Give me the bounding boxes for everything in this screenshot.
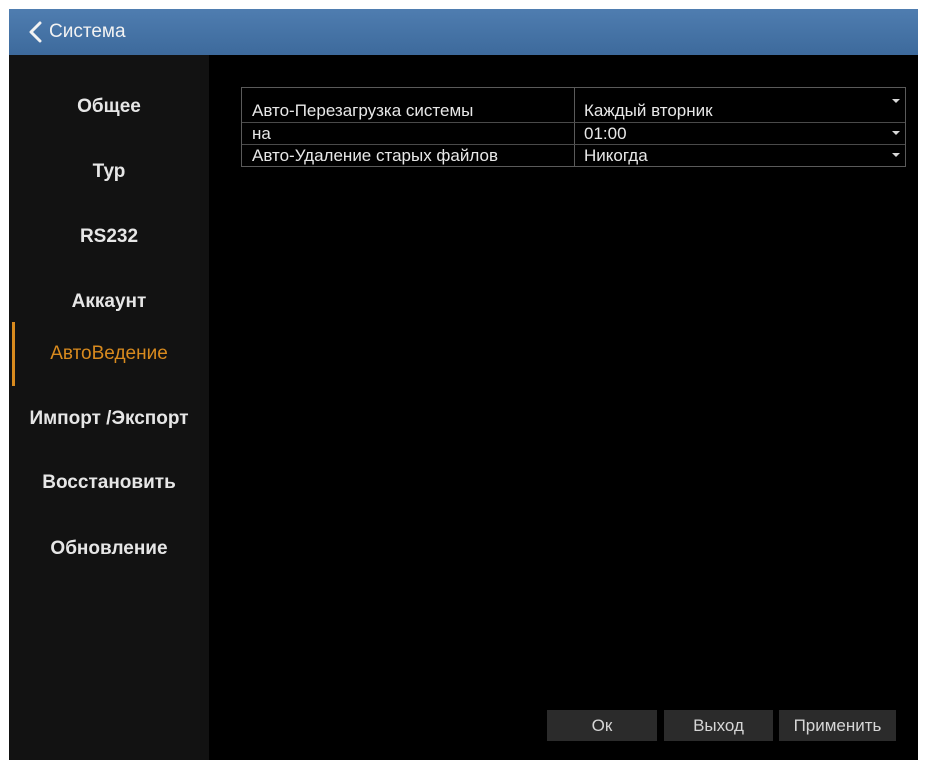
page-title: Система bbox=[49, 21, 126, 42]
reboot-time-select[interactable]: 01:00 bbox=[575, 123, 905, 144]
dropdown-arrow-icon bbox=[892, 99, 900, 103]
table-row: Авто-Удаление старых файлов Никогда bbox=[242, 145, 905, 166]
dropdown-arrow-icon bbox=[892, 153, 900, 157]
auto-reboot-select[interactable]: Каждый вторник bbox=[575, 88, 905, 122]
sidebar-item-account[interactable]: Аккаунт bbox=[9, 282, 209, 322]
sidebar-item-import-export[interactable]: Импорт /Экспорт bbox=[9, 399, 209, 439]
auto-reboot-label: Авто-Перезагрузка системы bbox=[242, 88, 575, 122]
reboot-time-value: 01:00 bbox=[584, 123, 627, 143]
reboot-time-label: на bbox=[242, 123, 575, 144]
sidebar-item-restore[interactable]: Восстановить bbox=[9, 463, 209, 503]
sidebar-item-tour[interactable]: Тур bbox=[9, 152, 209, 192]
auto-delete-label: Авто-Удаление старых файлов bbox=[242, 145, 575, 166]
auto-delete-select[interactable]: Никогда bbox=[575, 145, 905, 166]
sidebar-item-rs232[interactable]: RS232 bbox=[9, 217, 209, 257]
table-row: на 01:00 bbox=[242, 123, 905, 145]
sidebar: Общее Тур RS232 Аккаунт АвтоВедение Импо… bbox=[9, 55, 209, 760]
auto-reboot-value: Каждый вторник bbox=[584, 101, 713, 120]
dropdown-arrow-icon bbox=[892, 131, 900, 135]
sidebar-item-update[interactable]: Обновление bbox=[9, 529, 209, 569]
chevron-left-icon bbox=[29, 21, 42, 43]
table-row: Авто-Перезагрузка системы Каждый вторник bbox=[242, 88, 905, 123]
sidebar-item-general[interactable]: Общее bbox=[9, 87, 209, 127]
auto-delete-value: Никогда bbox=[584, 145, 648, 165]
settings-table: Авто-Перезагрузка системы Каждый вторник… bbox=[241, 87, 906, 167]
title-bar: Система bbox=[9, 9, 918, 55]
ok-button[interactable]: Ок bbox=[547, 710, 657, 741]
sidebar-item-auto-maintenance[interactable]: АвтоВедение bbox=[9, 334, 209, 374]
system-window: Система Общее Тур RS232 Аккаунт АвтоВеде… bbox=[9, 9, 918, 760]
exit-button[interactable]: Выход bbox=[664, 710, 773, 741]
back-button[interactable]: Система bbox=[27, 9, 126, 55]
apply-button[interactable]: Применить bbox=[779, 710, 896, 741]
